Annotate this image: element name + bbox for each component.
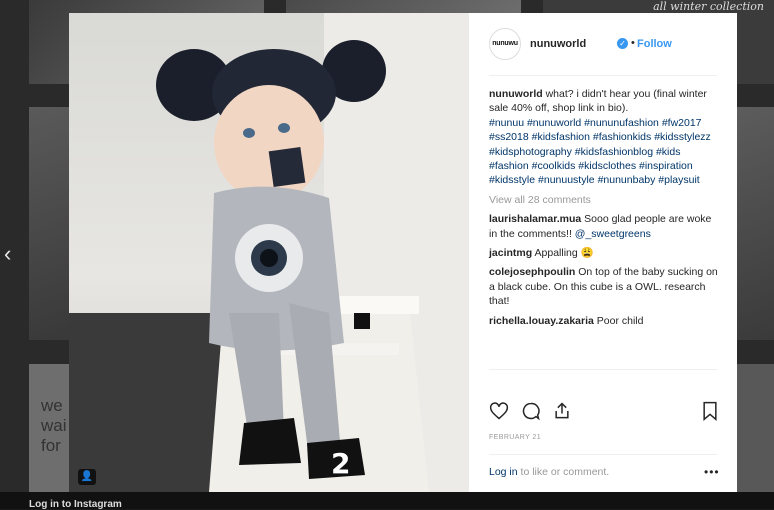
more-options-icon[interactable]: ••• [704, 465, 720, 479]
view-all-comments-link[interactable]: View all 28 comments [489, 193, 721, 207]
post-side-panel: nunuwu nunuworld ✓ • Follow nunuworld wh… [469, 13, 737, 492]
login-prompt-text: to like or comment. [517, 466, 610, 478]
thumbnail-caption: we wai for [41, 396, 67, 455]
separator-dot: • [631, 37, 635, 49]
comment-item: richella.louay.zakaria Poor child [489, 314, 721, 328]
comment-mention[interactable]: @_sweetgreens [575, 228, 651, 240]
caption-username[interactable]: nunuworld [489, 88, 543, 100]
comment-username[interactable]: colejosephpoulin [489, 266, 575, 278]
divider [489, 75, 717, 76]
tagged-users-icon[interactable]: 👤 [78, 469, 96, 485]
post-photo[interactable]: 2 👤 [69, 13, 469, 492]
comment-text: Appalling 😩 [532, 247, 594, 260]
login-link[interactable]: Log in [489, 466, 518, 478]
previous-post-button[interactable]: ‹ [4, 242, 22, 266]
comments-list: nunuworld what? i didn't hear you (final… [489, 87, 721, 333]
post-modal: 2 👤 nunuwu nunuworld ✓ • Follow nunuworl… [69, 13, 737, 492]
comment-username[interactable]: laurishalamar.mua [489, 213, 581, 225]
caption: nunuworld what? i didn't hear you (final… [489, 87, 721, 188]
login-prompt: Log in to like or comment. [489, 466, 609, 478]
comment-text: Poor child [593, 314, 644, 327]
divider [489, 369, 717, 370]
follow-button[interactable]: Follow [637, 38, 672, 50]
comment-username[interactable]: richella.louay.zakaria [489, 315, 594, 327]
bookmark-icon[interactable] [700, 401, 720, 421]
comment-icon[interactable] [521, 401, 541, 421]
footer-login-link[interactable]: Log in to Instagram [29, 499, 122, 510]
caption-hashtags[interactable]: #nunuu #nunuworld #nununufashion #fw2017… [489, 117, 711, 187]
post-date: FEBRUARY 21 [489, 434, 541, 441]
post-photo-illustration: 2 [69, 13, 469, 492]
comment-item: laurishalamar.mua Sooo glad people are w… [489, 212, 721, 241]
verified-icon: ✓ [617, 38, 628, 49]
share-icon[interactable] [552, 401, 572, 421]
comment-item: colejosephpoulin On top of the baby suck… [489, 265, 721, 308]
post-header: nunuwu nunuworld ✓ • Follow [489, 28, 717, 60]
action-bar [489, 401, 719, 423]
comment-username[interactable]: jacintmg [489, 247, 532, 259]
divider [489, 454, 717, 455]
svg-text:2: 2 [331, 447, 350, 480]
thumbnail-caption: all winter collection [653, 0, 764, 13]
post-username[interactable]: nunuworld [530, 38, 586, 50]
comment-item: jacintmg Appalling 😩 [489, 246, 721, 260]
avatar[interactable]: nunuwu [489, 28, 521, 60]
heart-icon[interactable] [489, 401, 509, 421]
login-footer-bar: Log in to Instagram [0, 492, 774, 510]
